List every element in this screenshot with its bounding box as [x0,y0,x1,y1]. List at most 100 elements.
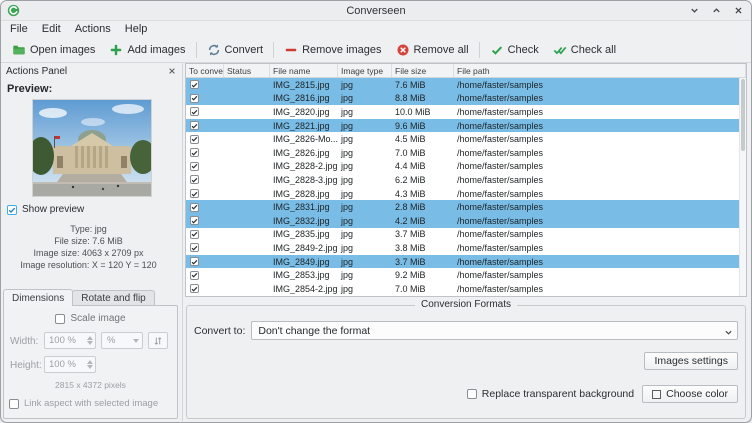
table-row[interactable]: IMG_2854-2.jpgjpg7.0 MiB/home/faster/sam… [186,282,739,296]
actions-panel-title: Actions Panel [6,66,67,77]
to-convert-checkbox[interactable] [190,271,199,280]
info-type: Type: jpg [1,223,176,235]
column-header-status[interactable]: Status [224,64,270,77]
remove-all-icon [396,43,410,57]
table-row[interactable]: IMG_2820.jpgjpg10.0 MiB/home/faster/samp… [186,105,739,119]
color-swatch [652,390,661,399]
check-button[interactable]: Check [483,40,546,60]
open-images-button[interactable]: Open images [5,40,102,60]
menu-edit[interactable]: Edit [35,22,68,37]
to-convert-checkbox[interactable] [190,216,199,225]
scrollbar-handle[interactable] [741,79,745,151]
table-row[interactable]: IMG_2835.jpgjpg3.7 MiB/home/faster/sampl… [186,228,739,242]
column-header-to-convert[interactable]: To convert [186,64,224,77]
replace-transparent-label: Replace transparent background [482,388,634,400]
to-convert-checkbox[interactable] [190,148,199,157]
table-row[interactable]: IMG_2828-3.jpgjpg6.2 MiB/home/faster/sam… [186,173,739,187]
table-row[interactable]: IMG_2832.jpgjpg4.2 MiB/home/faster/sampl… [186,214,739,228]
menu-actions[interactable]: Actions [68,22,118,37]
to-convert-checkbox[interactable] [190,203,199,212]
table-cell: IMG_2828.jpg [270,189,338,199]
toolbar-button-label: Add images [127,44,185,56]
link-aspect-checkbox[interactable] [9,399,19,409]
table-cell: 7.0 MiB [392,284,454,294]
table-row[interactable]: IMG_2826-Mo...jpg4.5 MiB/home/faster/sam… [186,132,739,146]
column-header-image-type[interactable]: Image type [338,64,392,77]
convert-to-label: Convert to: [194,325,245,337]
show-preview-checkbox[interactable] [7,205,17,215]
table-cell: 2.8 MiB [392,202,454,212]
to-convert-checkbox[interactable] [190,107,199,116]
column-header-file-size[interactable]: File size [392,64,454,77]
column-header-file-name[interactable]: File name [270,64,338,77]
to-convert-checkbox[interactable] [190,189,199,198]
to-convert-checkbox[interactable] [190,257,199,266]
tab-dimensions[interactable]: Dimensions [3,289,73,306]
choose-color-button[interactable]: Choose color [642,385,738,403]
swap-dimensions-button[interactable] [148,332,168,349]
table-cell: IMG_2854-2.jpg [270,284,338,294]
table-cell: jpg [338,107,392,117]
scale-image-checkbox[interactable] [55,314,65,324]
to-convert-checkbox[interactable] [190,162,199,171]
table-row[interactable]: IMG_2849-2.jpgjpg3.8 MiB/home/faster/sam… [186,241,739,255]
right-pane: To convertStatusFile nameImage typeFile … [183,63,751,421]
spinner-arrows-icon[interactable] [87,333,93,348]
close-button[interactable] [732,4,745,17]
table-cell: 4.4 MiB [392,161,454,171]
remove-images-button[interactable]: Remove images [277,40,388,60]
table-cell: 8.8 MiB [392,93,454,103]
tab-rotate-and-flip[interactable]: Rotate and flip [72,290,155,306]
table-row[interactable]: IMG_2821.jpgjpg9.6 MiB/home/faster/sampl… [186,119,739,133]
titlebar[interactable]: Converseen [1,1,751,21]
to-convert-checkbox[interactable] [190,284,199,293]
to-convert-checkbox[interactable] [190,94,199,103]
to-convert-checkbox[interactable] [190,230,199,239]
table-row[interactable]: IMG_2828.jpgjpg4.3 MiB/home/faster/sampl… [186,187,739,201]
table-scrollbar[interactable] [739,78,746,296]
to-convert-checkbox[interactable] [190,80,199,89]
unit-combobox[interactable]: % [101,332,143,349]
to-convert-checkbox[interactable] [190,121,199,130]
tab-bar: DimensionsRotate and flip [3,289,154,306]
table-cell: 10.0 MiB [392,107,454,117]
table-row[interactable]: IMG_2853.jpgjpg9.2 MiB/home/faster/sampl… [186,268,739,282]
table-cell: jpg [338,134,392,144]
table-cell: IMG_2849.jpg [270,257,338,267]
remove-all-button[interactable]: Remove all [389,40,476,60]
convert-button[interactable]: Convert [200,40,271,60]
table-cell: /home/faster/samples [454,189,739,199]
image-info: Type: jpg File size: 7.6 MiB Image size:… [1,223,176,271]
menu-file[interactable]: File [3,22,35,37]
add-images-button[interactable]: Add images [102,40,192,60]
minimize-button[interactable] [688,4,701,17]
dock-close-icon[interactable] [166,66,177,77]
format-combobox[interactable]: Don't change the format [251,321,738,340]
to-convert-checkbox[interactable] [190,243,199,252]
width-spinner[interactable]: 100 % [44,332,96,349]
spinner-arrows-icon[interactable] [87,357,93,372]
menu-help[interactable]: Help [118,22,155,37]
to-convert-checkbox[interactable] [190,175,199,184]
maximize-button[interactable] [710,4,723,17]
table-row[interactable]: IMG_2816.jpgjpg8.8 MiB/home/faster/sampl… [186,92,739,106]
toolbar-button-label: Remove images [302,44,381,56]
table-row[interactable]: IMG_2831.jpgjpg2.8 MiB/home/faster/sampl… [186,200,739,214]
table-row[interactable]: IMG_2826.jpgjpg7.0 MiB/home/faster/sampl… [186,146,739,160]
table-row[interactable]: IMG_2828-2.jpgjpg4.4 MiB/home/faster/sam… [186,160,739,174]
remove-images-icon [284,43,298,57]
menubar: FileEditActionsHelp [1,21,751,37]
table-cell: IMG_2853.jpg [270,270,338,280]
table-row[interactable]: IMG_2849.jpgjpg3.7 MiB/home/faster/sampl… [186,255,739,269]
replace-transparent-checkbox[interactable] [467,389,477,399]
table-cell: 4.2 MiB [392,216,454,226]
height-spinner[interactable]: 100 % [44,356,96,373]
check-all-button[interactable]: Check all [546,40,623,60]
column-header-file-path[interactable]: File path [454,64,746,77]
table-cell: IMG_2832.jpg [270,216,338,226]
table-row[interactable]: IMG_2815.jpgjpg7.6 MiB/home/faster/sampl… [186,78,739,92]
images-settings-button[interactable]: Images settings [644,352,738,370]
table-cell: /home/faster/samples [454,257,739,267]
table-cell: /home/faster/samples [454,161,739,171]
to-convert-checkbox[interactable] [190,135,199,144]
